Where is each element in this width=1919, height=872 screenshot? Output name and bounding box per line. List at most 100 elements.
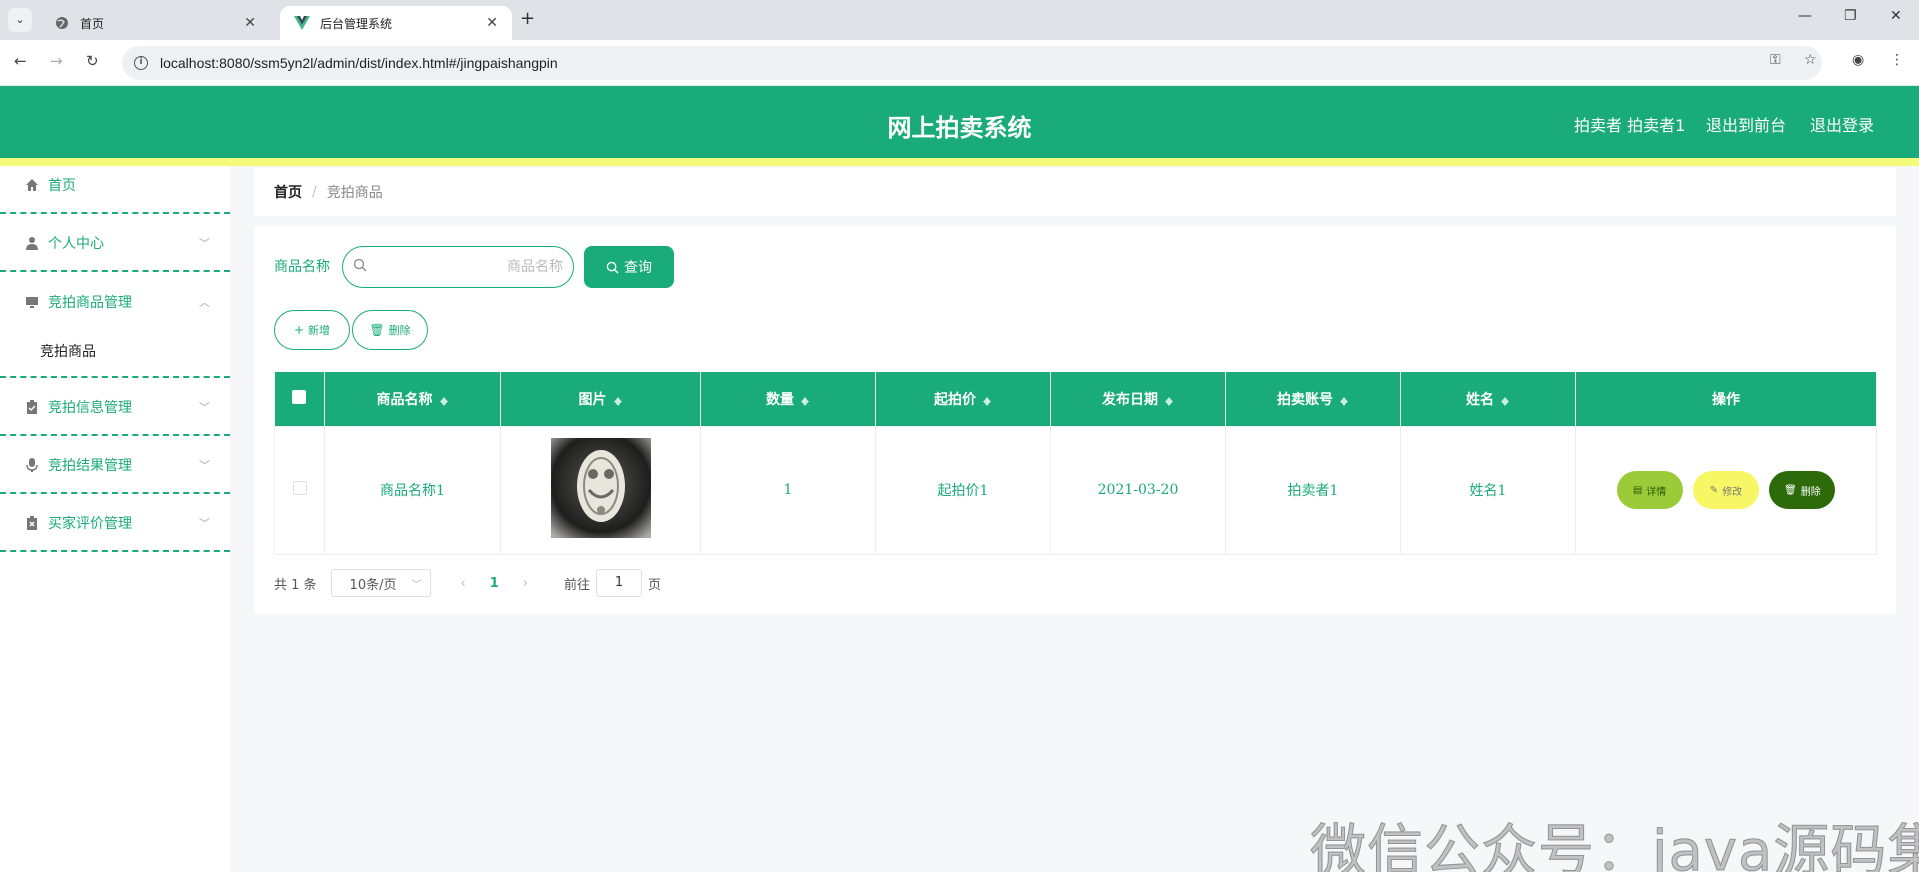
goto-page-input[interactable]: 1 — [596, 569, 643, 597]
next-page-button[interactable]: › — [523, 576, 528, 591]
column-header[interactable]: 数量 — [700, 372, 876, 426]
close-icon[interactable]: ✕ — [486, 15, 498, 31]
chevron-down-icon: ﹀ — [411, 579, 422, 591]
products-table: 商品名称 图片 数量 起拍价 发布日期 拍卖账号 姓名 操作 商品名称1 1 起… — [274, 372, 1877, 555]
column-header[interactable]: 图片 — [500, 372, 701, 426]
chevron-down-icon: ﹀ — [199, 237, 210, 250]
sidebar-subitem-products[interactable]: 竞拍商品 — [0, 330, 230, 372]
cell-name: 商品名称1 — [324, 425, 501, 555]
sort-icon[interactable] — [800, 393, 810, 407]
sidebar-subitem-label: 竞拍商品 — [40, 344, 96, 360]
pagination-total: 共 1 条 — [274, 577, 317, 593]
column-header[interactable]: 拍卖账号 — [1225, 372, 1401, 426]
sort-icon[interactable] — [1500, 393, 1510, 407]
sidebar-item-bid-result[interactable]: 竞拍结果管理 ﹀ — [0, 438, 230, 494]
kebab-menu-icon[interactable]: ⋮ — [1890, 52, 1904, 68]
header-accent-strip — [0, 158, 1919, 166]
forward-icon[interactable]: → — [50, 52, 63, 70]
column-header[interactable]: 起拍价 — [875, 372, 1051, 426]
logout-link[interactable]: 退出登录 — [1810, 112, 1874, 136]
new-tab-button[interactable]: + — [520, 8, 535, 29]
trash-icon: 🗑 — [369, 323, 385, 337]
profile-icon[interactable]: ◉ — [1852, 52, 1864, 68]
breadcrumb: 首页 / 竞拍商品 — [254, 168, 1896, 216]
password-key-icon[interactable]: ⚿ — [1770, 52, 1781, 68]
back-icon[interactable]: ← — [14, 52, 27, 70]
page-number[interactable]: 1 — [490, 576, 499, 591]
sidebar-item-label: 买家评价管理 — [48, 516, 132, 532]
row-select-cell[interactable] — [274, 425, 325, 555]
window-close-icon[interactable]: ✕ — [1890, 8, 1902, 24]
address-bar: ← → ↻ i localhost:8080/ssm5yn2l/admin/di… — [0, 40, 1919, 86]
sidebar: 首页 个人中心 ﹀ 竞拍商品管理 ︿ 竞拍商品 竞拍信息管理 ﹀ 竞拍结果管理 … — [0, 166, 230, 872]
plus-icon: + — [293, 323, 305, 337]
clipboard-x-icon — [24, 515, 40, 531]
breadcrumb-home[interactable]: 首页 — [274, 182, 302, 202]
sidebar-item-label: 竞拍结果管理 — [48, 458, 132, 474]
add-button[interactable]: + 新增 — [274, 310, 350, 350]
table-row: 商品名称1 1 起拍价1 2021-03-20 拍卖者1 姓名1 ▤ 详情 ✎ … — [274, 425, 1877, 555]
cell-image — [500, 425, 701, 555]
delete-button[interactable]: 🗑 删除 — [1769, 471, 1836, 509]
column-header[interactable]: 商品名称 — [324, 372, 501, 426]
sidebar-item-personal[interactable]: 个人中心 ﹀ — [0, 216, 230, 272]
minimize-icon[interactable]: — — [1798, 8, 1812, 24]
sidebar-item-home[interactable]: 首页 — [0, 158, 230, 214]
search-icon — [353, 258, 367, 276]
restore-icon[interactable]: ❐ — [1844, 8, 1857, 24]
delete-label: 删除 — [388, 324, 411, 337]
query-button[interactable]: 查询 — [584, 246, 674, 288]
sort-icon[interactable] — [613, 393, 623, 407]
pagination: 共 1 条 10条/页 ﹀ ‹ 1 › 前往 1 页 — [274, 568, 661, 598]
page-size-select[interactable]: 10条/页 ﹀ — [330, 569, 431, 597]
batch-delete-button[interactable]: 🗑 删除 — [352, 310, 428, 350]
product-thumbnail[interactable] — [550, 438, 651, 538]
edit-button[interactable]: ✎ 修改 — [1693, 471, 1759, 509]
globe-icon — [54, 15, 70, 31]
chevron-down-icon: ﹀ — [199, 401, 210, 414]
detail-button[interactable]: ▤ 详情 — [1616, 471, 1683, 509]
sidebar-divider — [0, 376, 230, 378]
sort-icon[interactable] — [439, 393, 449, 407]
column-header: 操作 — [1575, 372, 1877, 426]
sidebar-item-label: 竞拍信息管理 — [48, 400, 132, 416]
url-field[interactable]: i localhost:8080/ssm5yn2l/admin/dist/ind… — [122, 46, 1822, 80]
prev-page-button[interactable]: ‹ — [461, 576, 466, 591]
sidebar-item-reviews[interactable]: 买家评价管理 ﹀ — [0, 496, 230, 552]
query-label: 查询 — [624, 260, 652, 276]
column-header[interactable]: 姓名 — [1400, 372, 1576, 426]
app-header: 网上拍卖系统 拍卖者 拍卖者1 退出到前台 退出登录 — [0, 86, 1919, 158]
cell-quantity: 1 — [700, 425, 876, 555]
browser-tab-home[interactable]: 首页 ✕ — [40, 6, 270, 40]
search-field[interactable] — [342, 246, 574, 288]
sort-icon[interactable] — [1164, 393, 1174, 407]
browser-tab-admin[interactable]: 后台管理系统 ✕ — [280, 6, 512, 40]
sort-icon[interactable] — [982, 393, 992, 407]
exit-to-front-link[interactable]: 退出到前台 — [1706, 112, 1786, 136]
site-info-icon[interactable]: i — [134, 56, 148, 70]
search-label: 商品名称 — [274, 259, 330, 275]
cell-start-price: 起拍价1 — [875, 425, 1051, 555]
sort-icon[interactable] — [1339, 393, 1349, 407]
bookmark-star-icon[interactable]: ☆ — [1804, 52, 1817, 68]
select-all-cell[interactable] — [274, 372, 325, 426]
microphone-icon — [24, 457, 40, 473]
column-header[interactable]: 发布日期 — [1050, 372, 1226, 426]
sidebar-item-bid-info[interactable]: 竞拍信息管理 ﹀ — [0, 380, 230, 436]
reload-icon[interactable]: ↻ — [86, 52, 99, 70]
cell-person-name: 姓名1 — [1400, 425, 1576, 555]
chevron-down-icon: ﹀ — [199, 517, 210, 530]
page-suffix: 页 — [648, 577, 662, 593]
search-input[interactable] — [373, 259, 563, 275]
vue-logo-icon — [294, 15, 310, 31]
close-icon[interactable]: ✕ — [244, 15, 256, 31]
current-user: 拍卖者 拍卖者1 — [1574, 116, 1686, 135]
home-icon — [24, 177, 40, 193]
cell-date: 2021-03-20 — [1050, 425, 1226, 555]
select-all-checkbox[interactable] — [292, 389, 307, 404]
sidebar-item-product-mgmt[interactable]: 竞拍商品管理 ︿ — [0, 274, 230, 330]
row-checkbox[interactable] — [292, 481, 307, 495]
tab-search-button[interactable]: ⌄ — [8, 8, 32, 32]
watermark: 微信公众号：java源码集合 — [1309, 819, 1919, 872]
document-icon: ▤ — [1632, 484, 1643, 496]
